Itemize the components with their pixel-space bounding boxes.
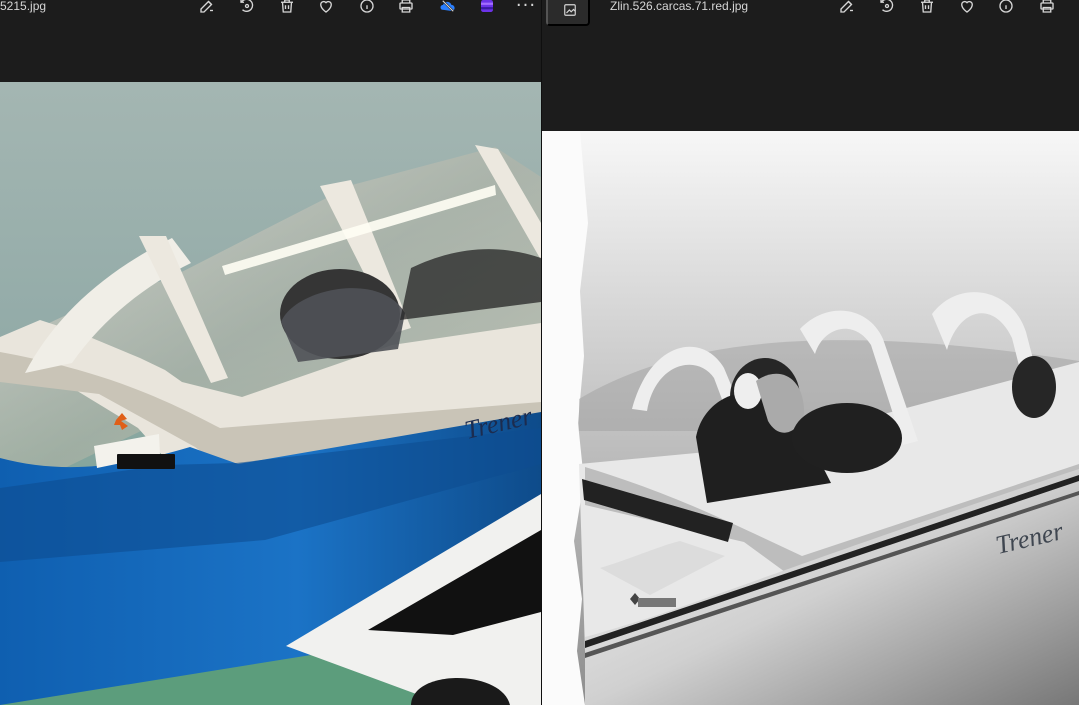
info-icon[interactable] xyxy=(355,0,379,18)
photos-app-screen: 5215.jpg ··· Trener Zlin.526.carcas.71.r… xyxy=(0,0,1079,705)
clipchamp-icon[interactable] xyxy=(475,0,499,18)
right-photo-viewer: Zlin.526.carcas.71.red.jpg Trener xyxy=(542,0,1079,705)
left-toolbar: 5215.jpg ··· xyxy=(0,0,541,82)
rotate-icon[interactable] xyxy=(875,0,899,18)
onedrive-icon[interactable] xyxy=(436,0,460,18)
delete-icon[interactable] xyxy=(915,0,939,18)
left-photo-viewer: 5215.jpg ··· Trener xyxy=(0,0,541,705)
right-filename: Zlin.526.carcas.71.red.jpg xyxy=(610,0,749,13)
edit-icon[interactable] xyxy=(835,0,859,18)
info-icon[interactable] xyxy=(994,0,1018,18)
delete-icon[interactable] xyxy=(275,0,299,18)
right-toolbar: Zlin.526.carcas.71.red.jpg xyxy=(542,0,1079,131)
image-thumbnail-icon[interactable] xyxy=(546,0,590,26)
left-model-aircraft-photo: Trener xyxy=(0,82,541,705)
left-filename: 5215.jpg xyxy=(0,0,47,13)
rotate-icon[interactable] xyxy=(235,0,259,18)
more-icon[interactable]: ··· xyxy=(514,0,538,18)
edit-icon[interactable] xyxy=(195,0,219,18)
print-icon[interactable] xyxy=(394,0,418,18)
print-icon[interactable] xyxy=(1035,0,1059,18)
favorite-icon[interactable] xyxy=(955,0,979,18)
favorite-icon[interactable] xyxy=(314,0,338,18)
more-label: ··· xyxy=(515,0,537,16)
right-black-and-white-cockpit-photo: Trener xyxy=(542,131,1079,705)
